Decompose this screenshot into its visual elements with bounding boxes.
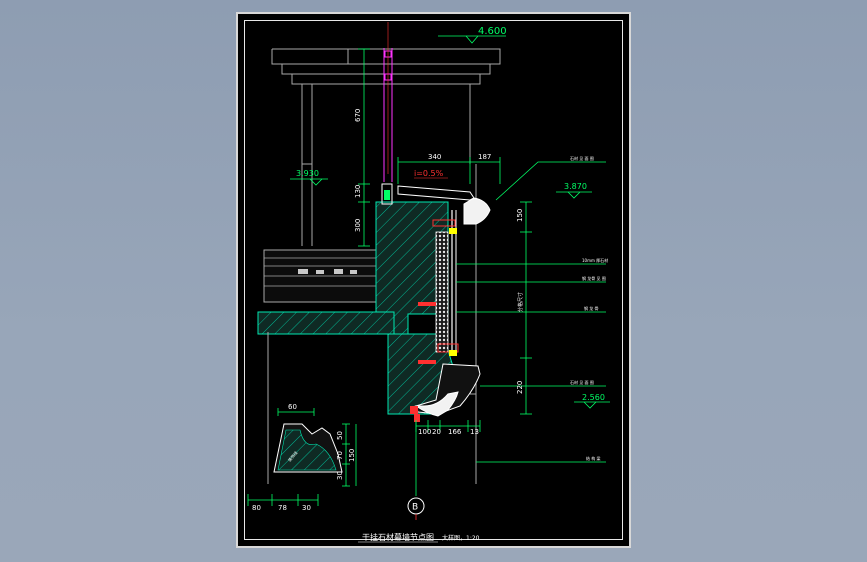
- dim-150: 150: [516, 209, 524, 222]
- note-3: 钢 龙骨 见 图: [582, 275, 606, 281]
- dim-30-vertical: 30: [336, 471, 344, 480]
- note-5: 石材 见 面 图: [570, 379, 594, 385]
- level-right-upper: 3.870: [564, 182, 587, 191]
- level-top: 4.600: [478, 26, 507, 37]
- level-left: 3.930: [296, 169, 319, 178]
- dim-30: 30: [302, 504, 311, 512]
- dim-20: 20: [432, 428, 441, 436]
- dim-50: 50: [336, 431, 344, 440]
- dim-78: 78: [278, 504, 287, 512]
- detail-drawing: 4.600 3.930 3.870 2.560 670 130 300 340 …: [247, 22, 610, 543]
- dim-13: 13: [470, 428, 479, 436]
- floor-slab: [263, 249, 377, 303]
- level-right-lower: 2.560: [582, 393, 605, 402]
- dim-70: 70: [336, 451, 344, 460]
- note-4: 钢 龙 骨: [584, 305, 599, 311]
- drawing-scale: 大样图，1:20: [442, 534, 480, 542]
- dim-80: 80: [252, 504, 261, 512]
- drawing-sheet: 4.600 3.930 3.870 2.560 670 130 300 340 …: [236, 12, 631, 548]
- dim-130: 130: [354, 185, 362, 198]
- dim-340: 340: [428, 153, 441, 161]
- note-6: 结 构 梁: [586, 455, 601, 461]
- dim-166: 166: [448, 428, 462, 436]
- dim-670: 670: [354, 109, 362, 122]
- note-1: 石材 见 面 图: [570, 155, 594, 161]
- dim-150-profile: 150: [348, 449, 356, 462]
- drawing-title: 干挂石材幕墙节点图: [362, 532, 434, 542]
- dim-100: 100: [418, 428, 431, 436]
- axis-label: B: [412, 503, 418, 513]
- slope-label: i=0.5%: [414, 169, 444, 178]
- note-2: 10mm 厚石材: [582, 257, 608, 263]
- dim-300: 300: [354, 219, 362, 232]
- dim-mid: 分格尺寸: [517, 292, 524, 312]
- dim-220: 220: [516, 381, 524, 394]
- dim-187: 187: [478, 153, 491, 161]
- dim-60: 60: [288, 403, 297, 411]
